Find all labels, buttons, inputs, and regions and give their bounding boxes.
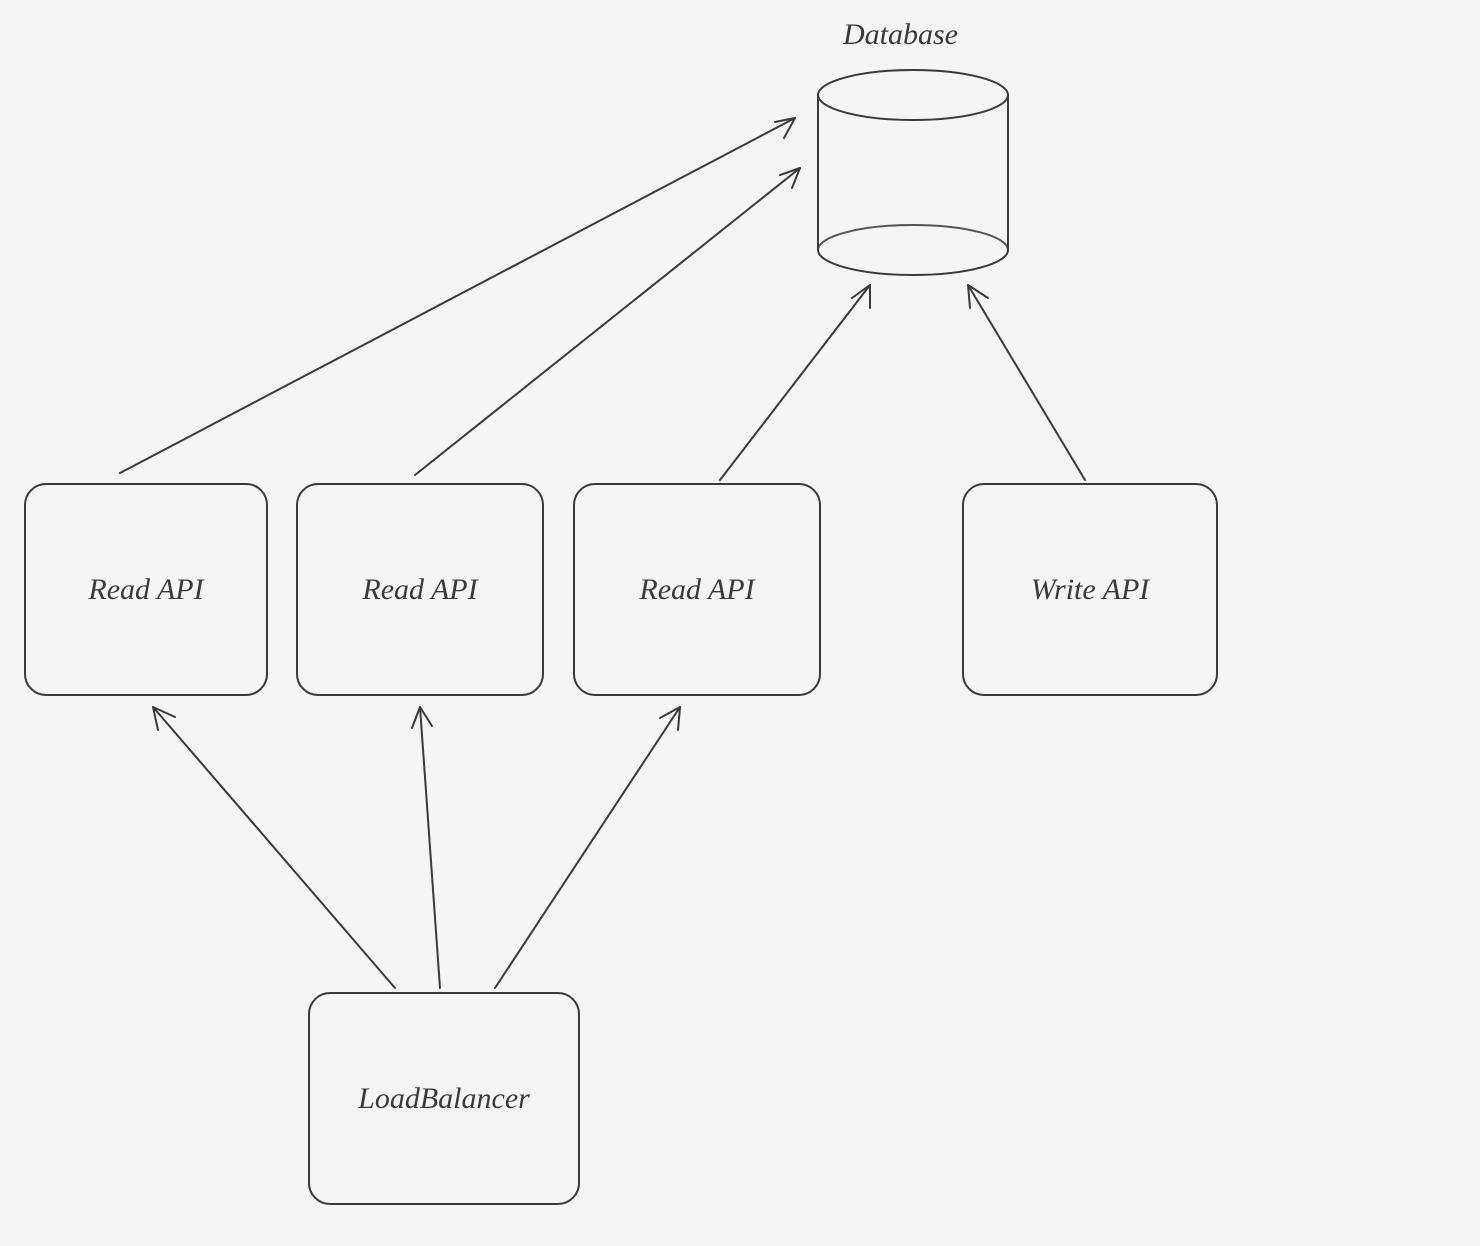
database-label: Database [843,18,958,52]
node-label: Read API [88,573,203,607]
arrow-lb-to-read3 [495,707,680,988]
node-label: LoadBalancer [358,1082,530,1116]
database-icon [818,70,1008,275]
arrow-lb-to-read2 [412,707,440,988]
node-write-api: Write API [962,483,1218,696]
node-read-api-3: Read API [573,483,821,696]
node-load-balancer: LoadBalancer [308,992,580,1205]
node-label: Read API [639,573,754,607]
arrow-read2-to-db [415,168,800,475]
arrow-read1-to-db [120,118,795,473]
arrow-read3-to-db [720,285,870,480]
arrow-write-to-db [968,285,1085,480]
node-read-api-1: Read API [24,483,268,696]
node-read-api-2: Read API [296,483,544,696]
node-label: Read API [362,573,477,607]
arrow-lb-to-read1 [153,707,395,988]
node-label: Write API [1031,573,1150,607]
